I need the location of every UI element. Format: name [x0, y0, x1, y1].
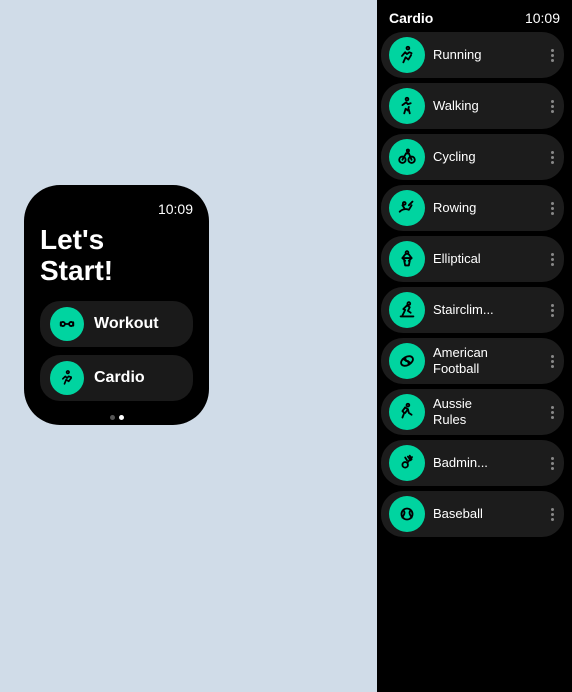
workout-icon-circle: [50, 307, 84, 341]
running-icon-bg: [389, 37, 425, 73]
list-item-walking[interactable]: Walking: [381, 83, 564, 129]
running-label: Running: [433, 47, 543, 63]
dot-2: [119, 415, 124, 420]
walking-more-button[interactable]: [551, 100, 556, 113]
right-header-title: Cardio: [389, 10, 433, 26]
aussierules-label: AussieRules: [433, 396, 543, 427]
badminton-icon-bg: [389, 445, 425, 481]
left-watch-title: Let'sStart!: [40, 225, 193, 287]
cardio-list[interactable]: Running Walking: [377, 32, 572, 692]
list-item-rowing[interactable]: Rowing: [381, 185, 564, 231]
running-more-button[interactable]: [551, 49, 556, 62]
elliptical-more-button[interactable]: [551, 253, 556, 266]
list-item-baseball[interactable]: Baseball: [381, 491, 564, 537]
badminton-icon: [396, 452, 418, 474]
baseball-label: Baseball: [433, 506, 543, 522]
rowing-label: Rowing: [433, 200, 543, 216]
list-item-running[interactable]: Running: [381, 32, 564, 78]
cycling-label: Cycling: [433, 149, 543, 165]
list-item-elliptical[interactable]: Elliptical: [381, 236, 564, 282]
stairclimber-label: Stairclim...: [433, 302, 543, 318]
football-icon-bg: [389, 343, 425, 379]
right-watch-header: Cardio 10:09: [377, 0, 572, 32]
badminton-label: Badmin...: [433, 455, 543, 471]
baseball-icon: [396, 503, 418, 525]
page-dots: [40, 415, 193, 420]
running-icon: [396, 44, 418, 66]
walking-icon: [396, 95, 418, 117]
stairs-icon: [396, 299, 418, 321]
stairclimber-more-button[interactable]: [551, 304, 556, 317]
list-item-cycling[interactable]: Cycling: [381, 134, 564, 180]
baseball-more-button[interactable]: [551, 508, 556, 521]
stairs-icon-bg: [389, 292, 425, 328]
list-item-badminton[interactable]: Badmin...: [381, 440, 564, 486]
aussie-icon: [396, 401, 418, 423]
americanfootball-more-button[interactable]: [551, 355, 556, 368]
elliptical-icon-bg: [389, 241, 425, 277]
workout-label: Workout: [94, 315, 159, 333]
rowing-icon: [396, 197, 418, 219]
list-item-aussierules[interactable]: AussieRules: [381, 389, 564, 435]
walking-icon-bg: [389, 88, 425, 124]
workout-menu-item[interactable]: Workout: [40, 301, 193, 347]
cycling-more-button[interactable]: [551, 151, 556, 164]
americanfootball-label: AmericanFootball: [433, 345, 543, 376]
running-icon-left: [57, 368, 77, 388]
right-watch: Cardio 10:09 Running: [377, 0, 572, 692]
cycling-icon-bg: [389, 139, 425, 175]
cycling-icon: [396, 146, 418, 168]
rowing-more-button[interactable]: [551, 202, 556, 215]
aussie-icon-bg: [389, 394, 425, 430]
left-watch: 10:09 Let'sStart! Workout Cardio: [24, 185, 209, 425]
cardio-menu-item[interactable]: Cardio: [40, 355, 193, 401]
right-header-time: 10:09: [525, 10, 560, 26]
elliptical-label: Elliptical: [433, 251, 543, 267]
badminton-more-button[interactable]: [551, 457, 556, 470]
baseball-icon-bg: [389, 496, 425, 532]
elliptical-icon: [396, 248, 418, 270]
cardio-icon-circle: [50, 361, 84, 395]
walking-label: Walking: [433, 98, 543, 114]
aussierules-more-button[interactable]: [551, 406, 556, 419]
list-item-stairclimber[interactable]: Stairclim...: [381, 287, 564, 333]
dumbbell-icon: [57, 314, 77, 334]
dot-1: [110, 415, 115, 420]
left-watch-time: 10:09: [40, 201, 193, 217]
football-icon: [396, 350, 418, 372]
rowing-icon-bg: [389, 190, 425, 226]
cardio-label: Cardio: [94, 369, 145, 387]
list-item-americanfootball[interactable]: AmericanFootball: [381, 338, 564, 384]
